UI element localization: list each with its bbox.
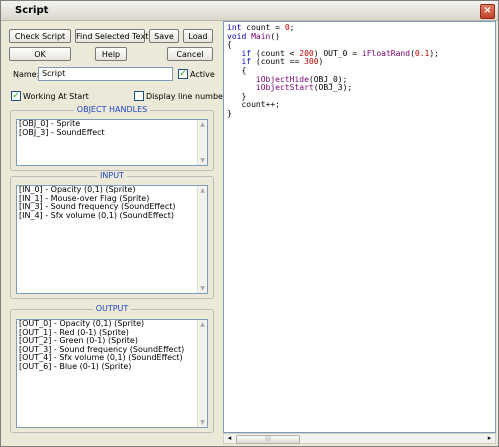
display-line-numbers-label: Display line numbers xyxy=(146,92,231,101)
arrow-up-icon[interactable]: ▲ xyxy=(199,121,206,128)
active-label: Active xyxy=(190,70,215,79)
load-button[interactable]: Load xyxy=(183,29,213,43)
ok-button[interactable]: OK xyxy=(9,47,71,61)
help-button[interactable]: Help xyxy=(95,47,127,61)
list-item[interactable]: [OBJ_3] - SoundEffect xyxy=(17,128,207,138)
object-handles-list[interactable]: [OBJ_0] - Sprite [OBJ_3] - SoundEffect ▲ … xyxy=(16,119,208,166)
list-item[interactable]: [IN_4] - Sfx volume (0,1) (SoundEffect) xyxy=(17,211,207,221)
arrow-down-icon[interactable]: ▼ xyxy=(199,419,206,426)
check-icon: ✓ xyxy=(179,69,187,79)
input-group: INPUT [IN_0] - Opacity (0,1) (Sprite) [IN… xyxy=(10,171,214,299)
working-at-start-label: Working At Start xyxy=(23,92,89,101)
name-label: Name: xyxy=(13,70,40,79)
check-script-button[interactable]: Check Script xyxy=(9,29,71,43)
arrow-down-icon[interactable]: ▼ xyxy=(199,285,206,292)
output-list[interactable]: [OUT_0] - Opacity (0,1) (Sprite) [OUT_1] … xyxy=(16,319,208,428)
working-at-start-checkbox[interactable]: ✓ xyxy=(11,91,21,101)
active-checkbox[interactable]: ✓ xyxy=(178,69,188,79)
object-handles-group: OBJECT HANDLES [OBJ_0] - Sprite [OBJ_3] -… xyxy=(10,105,214,171)
save-button[interactable]: Save xyxy=(149,29,179,43)
arrow-right-icon[interactable]: ▸ xyxy=(485,434,494,443)
arrow-up-icon[interactable]: ▲ xyxy=(199,321,206,328)
output-title: OUTPUT xyxy=(92,304,132,313)
output-group: OUTPUT [OUT_0] - Opacity (0,1) (Sprite)[… xyxy=(10,304,214,433)
check-icon: ✓ xyxy=(12,91,20,101)
window-title: Script xyxy=(15,5,49,16)
cancel-button[interactable]: Cancel xyxy=(167,47,213,61)
scrollbar-thumb[interactable]: ||| xyxy=(236,435,300,444)
name-field[interactable]: Script xyxy=(38,67,173,81)
code-line[interactable]: void Main() xyxy=(227,32,439,42)
input-title: INPUT xyxy=(97,171,127,180)
list-item[interactable]: [OUT_6] - Blue (0-1) (Sprite) xyxy=(17,362,207,372)
object-handles-scrollbar[interactable]: ▲ ▼ xyxy=(197,120,207,165)
code-line[interactable]: } xyxy=(227,109,439,119)
code-line[interactable]: iObjectStart(OBJ_3); xyxy=(227,83,439,93)
close-icon[interactable]: × xyxy=(480,4,495,19)
code-line[interactable]: if (count == 300) xyxy=(227,58,439,67)
display-line-numbers-checkbox[interactable] xyxy=(134,91,144,101)
title-bar[interactable]: Script × xyxy=(1,1,498,21)
find-selected-text-button[interactable]: Find Selected Text xyxy=(75,29,148,43)
input-list[interactable]: [IN_0] - Opacity (0,1) (Sprite) [IN_1] - … xyxy=(16,185,208,294)
grip-icon: ||| xyxy=(265,435,272,442)
object-handles-title: OBJECT HANDLES xyxy=(73,105,151,114)
arrow-down-icon[interactable]: ▼ xyxy=(199,157,206,164)
arrow-left-icon[interactable]: ◂ xyxy=(225,434,234,443)
arrow-up-icon[interactable]: ▲ xyxy=(199,187,206,194)
code-text[interactable]: int count = 0; void Main(){ if (count < 2… xyxy=(227,23,439,119)
editor-horizontal-scrollbar[interactable]: ◂ ||| ▸ xyxy=(223,433,496,444)
code-editor[interactable]: int count = 0; void Main(){ if (count < 2… xyxy=(223,21,496,433)
output-scrollbar[interactable]: ▲ ▼ xyxy=(197,320,207,427)
input-scrollbar[interactable]: ▲ ▼ xyxy=(197,186,207,293)
code-line[interactable]: count++; xyxy=(227,101,439,110)
script-dialog: Script × Check Script Find Selected Text… xyxy=(0,0,499,447)
